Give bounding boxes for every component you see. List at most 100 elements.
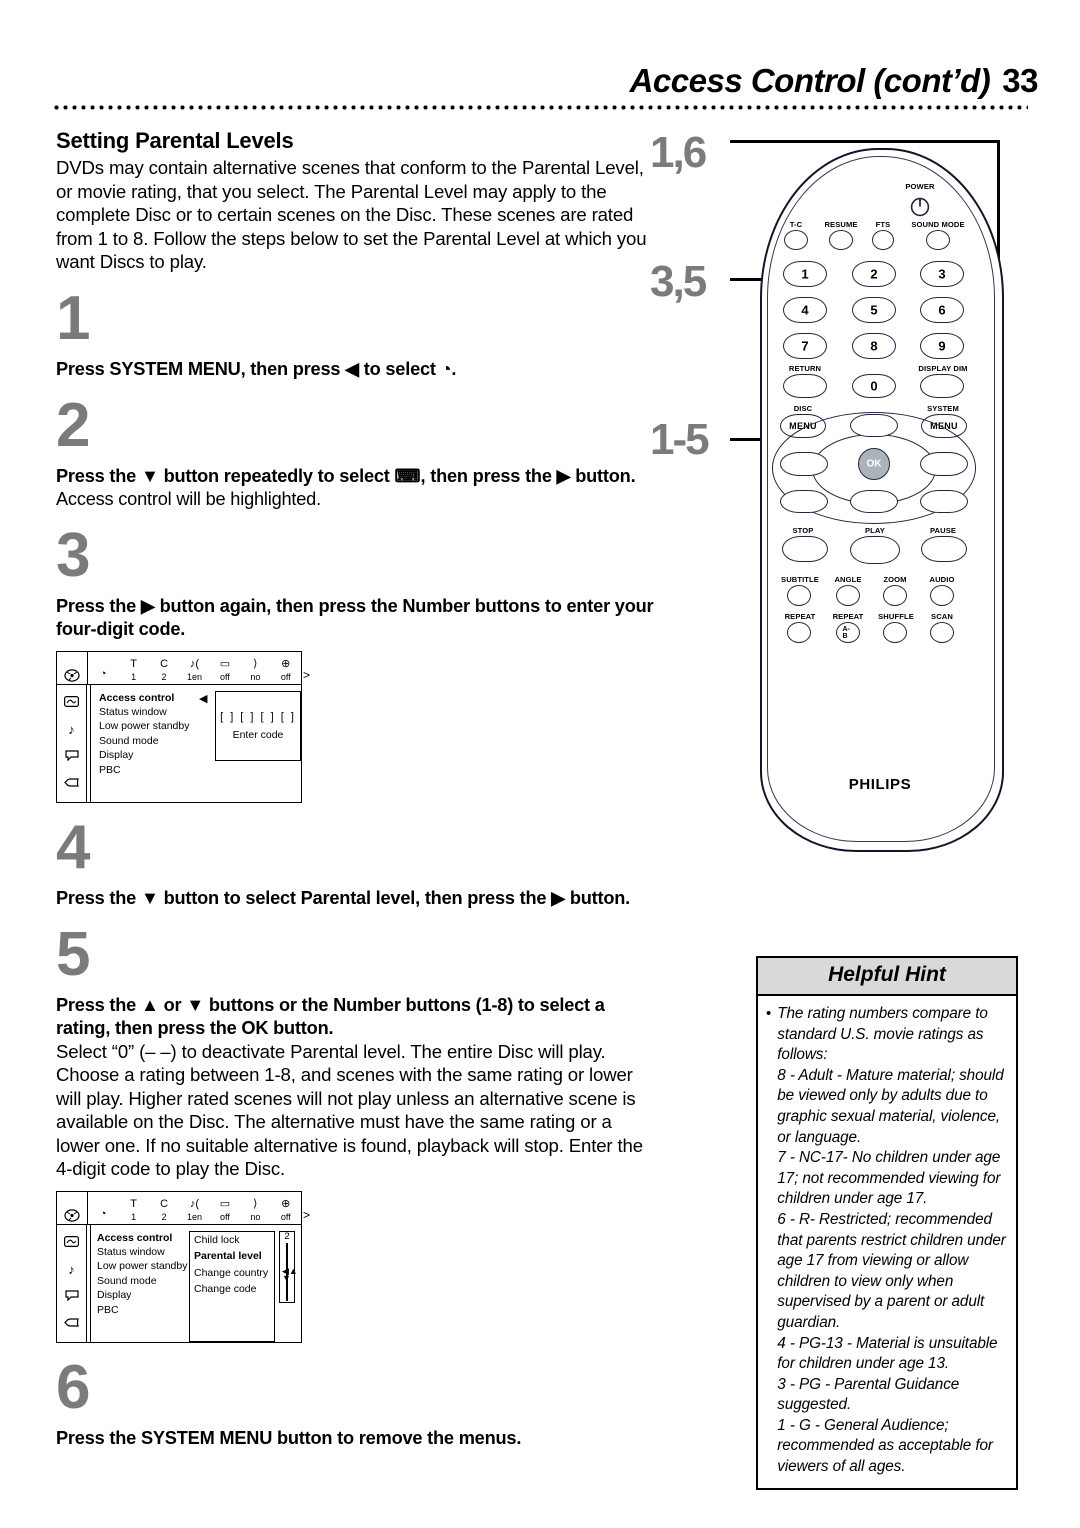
- play-button[interactable]: ▶: [850, 536, 900, 564]
- picture-icon: [64, 695, 80, 709]
- remote-control-body: POWER T-C RESUME FTS SOUND MODE 1 2 3 4 …: [760, 148, 1004, 852]
- pause-label: PAUSE: [929, 526, 957, 535]
- page-number: 33: [1002, 62, 1038, 99]
- zoom-button[interactable]: [883, 585, 907, 606]
- angle-button[interactable]: [836, 585, 860, 606]
- osd-screen-code-entry: ◔ T1 C2 ♪(1en ▭ off ⟩ no ⊕ off > ♪ Acce…: [56, 650, 310, 803]
- number-button-0[interactable]: 0: [852, 374, 896, 398]
- stop-button[interactable]: [782, 536, 828, 562]
- number-button-2[interactable]: 2: [852, 261, 896, 287]
- submenu-item-parental-level[interactable]: Parental level: [190, 1248, 274, 1265]
- page-header: Access Control (cont’d) 33: [630, 62, 1039, 100]
- step-5-detail: Select “0” (– –) to deactivate Parental …: [56, 1040, 643, 1180]
- remote-control-figure: 1,6 3,5 1-5 POWER T-C RESUME FTS SOUND M…: [648, 126, 1048, 852]
- step-text-6: Press the SYSTEM MENU button to remove t…: [56, 1427, 522, 1448]
- osd-menu-item-low-power-standby[interactable]: Low power standby: [99, 719, 199, 733]
- parental-level-slider[interactable]: 2 ◀▲ ▼: [279, 1230, 298, 1303]
- number-button-3[interactable]: 3: [920, 261, 964, 287]
- parental-level-value: 2: [284, 1230, 290, 1242]
- return-button[interactable]: [783, 374, 827, 398]
- repeat-button[interactable]: [787, 622, 811, 643]
- submenu-item-child-lock[interactable]: Child lock: [190, 1232, 274, 1249]
- number-button-8[interactable]: 8: [852, 333, 896, 359]
- next-track-button[interactable]: ▶▶: [920, 490, 968, 513]
- osd-submenu-list: Child lock Parental level Change country…: [189, 1230, 275, 1342]
- pause-button[interactable]: ❚❚: [921, 536, 967, 562]
- slider-knob-icon[interactable]: ◀▲ ▼: [282, 1266, 298, 1282]
- code-entry-boxes[interactable]: [ ] [ ] [ ] [ ]: [220, 711, 296, 723]
- audio-button[interactable]: [930, 585, 954, 606]
- number-button-4[interactable]: 4: [783, 297, 827, 323]
- cursor-right-button[interactable]: ▶: [920, 452, 968, 476]
- submenu-item-change-code[interactable]: Change code: [190, 1281, 274, 1298]
- return-label: RETURN: [788, 364, 822, 373]
- features-icon: [64, 777, 79, 790]
- power-icon[interactable]: [908, 193, 932, 217]
- osd-menu-item-sound-mode[interactable]: Sound mode: [99, 734, 199, 748]
- osd-menu-item-low-power-standby-2[interactable]: Low power standby: [97, 1259, 189, 1273]
- zoom-label: ZOOM: [883, 575, 907, 584]
- submenu-item-change-country[interactable]: Change country: [190, 1265, 274, 1282]
- sound-mode-label: SOUND MODE: [911, 220, 965, 229]
- display-dim-label: DISPLAY DIM: [918, 364, 968, 373]
- number-button-5[interactable]: 5: [852, 297, 896, 323]
- status-cell-chapter-2: C2: [160, 1198, 169, 1222]
- helpful-hint-box: Helpful Hint • The rating numbers compar…: [756, 956, 1018, 1490]
- tc-button[interactable]: [784, 230, 808, 250]
- status-cell-title: T1: [130, 658, 137, 682]
- fts-label: FTS: [875, 220, 891, 229]
- status-cell-audio: ♪(1en: [186, 658, 202, 682]
- features-icon-2: [64, 1317, 79, 1330]
- instructions-column: Setting Parental Levels DVDs may contain…: [56, 128, 656, 1450]
- cursor-up-button[interactable]: ▲: [850, 414, 898, 437]
- osd-menu-item-display-2[interactable]: Display: [97, 1288, 189, 1302]
- cursor-down-button[interactable]: ▼: [850, 490, 898, 513]
- osd-menu-item-pbc[interactable]: PBC: [99, 763, 199, 777]
- status-cell-zoom: ⊕ off: [280, 658, 291, 682]
- osd-menu-item-sound-mode-2[interactable]: Sound mode: [97, 1274, 189, 1288]
- step-number-5: 5: [56, 919, 90, 989]
- number-button-1[interactable]: 1: [783, 261, 827, 287]
- fts-button[interactable]: [872, 230, 894, 250]
- callout-3-5: 3,5: [650, 257, 707, 306]
- audio-label: AUDIO: [929, 575, 955, 584]
- osd-menu-list-2: Access control Status window Low power s…: [97, 1231, 189, 1342]
- osd-screen-parental-level: ◔ T1 C2 ♪(1en ▭ off ⟩ no ⊕ off > ♪ Acce…: [56, 1190, 310, 1343]
- osd-menu-item-status-window[interactable]: Status window: [99, 705, 199, 719]
- language-icon-2: [64, 1290, 79, 1303]
- scan-label: SCAN: [931, 612, 953, 621]
- disc-type-icon: [57, 652, 87, 684]
- status-cell-disc-2: ◔: [99, 1208, 107, 1220]
- osd-menu-list: Access control Status window Low power s…: [99, 691, 199, 802]
- step-number-3: 3: [56, 520, 90, 590]
- sound-mode-button[interactable]: [926, 230, 950, 250]
- number-button-7[interactable]: 7: [783, 333, 827, 359]
- resume-button[interactable]: [829, 230, 853, 250]
- ok-button[interactable]: OK: [858, 448, 890, 480]
- status-next-arrow-icon: >: [302, 667, 310, 682]
- disc-type-icon-2: [57, 1192, 87, 1224]
- language-icon: [64, 750, 79, 763]
- callout-1-6: 1,6: [650, 128, 707, 177]
- philips-logo: PHILIPS: [848, 776, 912, 793]
- osd-menu-item-access-control-2[interactable]: Access control: [97, 1231, 189, 1245]
- previous-track-button[interactable]: ◀◀: [780, 490, 828, 513]
- cursor-left-button[interactable]: ◀: [780, 452, 828, 476]
- subtitle-button[interactable]: [787, 585, 811, 606]
- helpful-hint-text: The rating numbers compare to standard U…: [777, 1005, 1006, 1476]
- shuffle-button[interactable]: [883, 622, 907, 643]
- osd-menu-item-status-window-2[interactable]: Status window: [97, 1245, 189, 1259]
- picture-icon-2: [64, 1235, 80, 1249]
- code-entry-panel: [ ] [ ] [ ] [ ] Enter code: [215, 690, 301, 761]
- scan-button[interactable]: [930, 622, 954, 643]
- number-button-6[interactable]: 6: [920, 297, 964, 323]
- repeat-label: REPEAT: [784, 612, 816, 621]
- status-next-arrow-icon-2: >: [302, 1207, 310, 1222]
- display-dim-button[interactable]: [920, 374, 964, 398]
- number-button-9[interactable]: 9: [920, 333, 964, 359]
- osd-status-bar-2: ◔ T1 C2 ♪(1en ▭ off ⟩ no ⊕ off >: [56, 1190, 310, 1225]
- osd-menu-item-access-control[interactable]: Access control: [99, 691, 199, 705]
- osd-menu-item-pbc-2[interactable]: PBC: [97, 1303, 189, 1317]
- repeat-ab-button[interactable]: A-B: [836, 622, 860, 643]
- osd-menu-item-display[interactable]: Display: [99, 748, 199, 762]
